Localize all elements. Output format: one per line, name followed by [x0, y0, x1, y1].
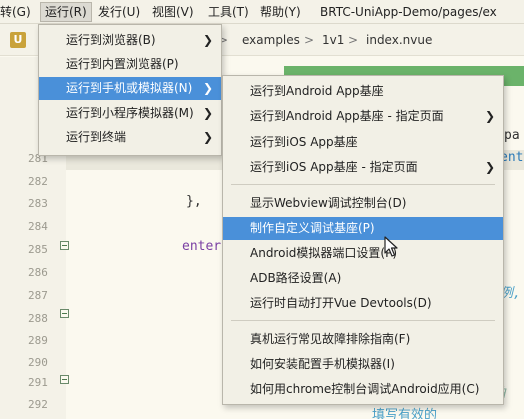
menu-item-run-android-page[interactable]: 运行到Android App基座 - 指定页面 ❯: [223, 105, 503, 128]
fold-toggle-icon[interactable]: [60, 375, 69, 384]
menu-item-run-miniprogram[interactable]: 运行到小程序模拟器(M) ❯: [39, 102, 221, 125]
menu-item-run-builtin-browser[interactable]: 运行到内置浏览器(P): [39, 53, 221, 76]
code-text: enter: [182, 239, 222, 254]
chevron-right-icon: ❯: [202, 81, 213, 95]
code-text: },: [186, 194, 202, 209]
mouse-pointer-icon: [384, 236, 398, 257]
chevron-right-icon: ❯: [484, 160, 495, 174]
menu-item-vue-devtools[interactable]: 运行时自动打开Vue Devtools(D): [223, 292, 503, 315]
chevron-right-icon: ❯: [484, 109, 495, 123]
window-title: BRTC-UniApp-Demo/pages/ex: [320, 5, 497, 19]
menu-item-run-browser[interactable]: 运行到浏览器(B) ❯: [39, 29, 221, 52]
line-number: 288: [28, 312, 48, 325]
run-menu: 运行到浏览器(B) ❯ 运行到内置浏览器(P) 运行到手机或模拟器(N) ❯ 运…: [38, 24, 222, 156]
menu-publish[interactable]: 发行(U): [98, 2, 140, 22]
line-number: 284: [28, 220, 48, 233]
device-submenu: 运行到Android App基座 运行到Android App基座 - 指定页面…: [222, 75, 504, 405]
breadcrumb-separator-icon: >: [348, 33, 359, 47]
breadcrumb-item-file[interactable]: index.nvue: [366, 32, 432, 48]
line-number: 286: [28, 266, 48, 279]
chevron-right-icon: ❯: [202, 130, 213, 144]
line-number: 287: [28, 289, 48, 302]
breadcrumb-item-examples[interactable]: examples: [242, 32, 300, 48]
line-number: 285: [28, 243, 48, 256]
menu-run[interactable]: 运行(R): [40, 2, 92, 22]
code-comment: 填写有效的: [372, 408, 438, 419]
menu-item-run-terminal[interactable]: 运行到终端 ❯: [39, 126, 221, 149]
menu-item-run-device[interactable]: 运行到手机或模拟器(N) ❯: [39, 77, 221, 100]
menu-view[interactable]: 视图(V): [152, 2, 194, 22]
menu-item-run-ios-page[interactable]: 运行到iOS App基座 - 指定页面 ❯: [223, 156, 503, 179]
line-number: 291: [28, 376, 48, 389]
menu-item-run-android[interactable]: 运行到Android App基座: [223, 80, 503, 103]
breadcrumb-separator-icon: >: [304, 33, 315, 47]
chevron-right-icon: ❯: [202, 106, 213, 120]
line-number: 292: [28, 398, 48, 411]
menu-bar: 转(G) 运行(R) 发行(U) 视图(V) 工具(T) 帮助(Y) BRTC-…: [0, 0, 524, 24]
line-number: 289: [28, 334, 48, 347]
code-fragment: pa: [504, 128, 520, 143]
fold-toggle-icon[interactable]: [60, 241, 69, 250]
menu-item-webview-console[interactable]: 显示Webview调试控制台(D): [223, 192, 503, 215]
menu-item-adb-path[interactable]: ADB路径设置(A): [223, 267, 503, 290]
menu-item-troubleshooting-guide[interactable]: 真机运行常见故障排除指南(F): [223, 328, 503, 351]
menu-item-custom-debug-base[interactable]: 制作自定义调试基座(P): [223, 217, 503, 240]
menu-tools[interactable]: 工具(T): [208, 2, 249, 22]
menu-help[interactable]: 帮助(Y): [260, 2, 301, 22]
line-number: 283: [28, 197, 48, 210]
menu-item-emulator-setup-guide[interactable]: 如何安装配置手机模拟器(I): [223, 353, 503, 376]
menu-goto[interactable]: 转(G): [0, 2, 31, 22]
menu-divider: [231, 320, 495, 321]
menu-item-run-ios[interactable]: 运行到iOS App基座: [223, 131, 503, 154]
menu-divider: [231, 184, 495, 185]
fold-toggle-icon[interactable]: [60, 309, 69, 318]
breadcrumb-item-1v1[interactable]: 1v1: [322, 32, 344, 48]
menu-item-emulator-port[interactable]: Android模拟器端口设置(P): [223, 242, 503, 265]
menu-item-chrome-debug-guide[interactable]: 如何用chrome控制台调试Android应用(C): [223, 378, 503, 401]
project-icon: U: [10, 32, 26, 48]
line-number: 282: [28, 175, 48, 188]
line-number: 290: [28, 356, 48, 369]
chevron-right-icon: ❯: [202, 33, 213, 47]
